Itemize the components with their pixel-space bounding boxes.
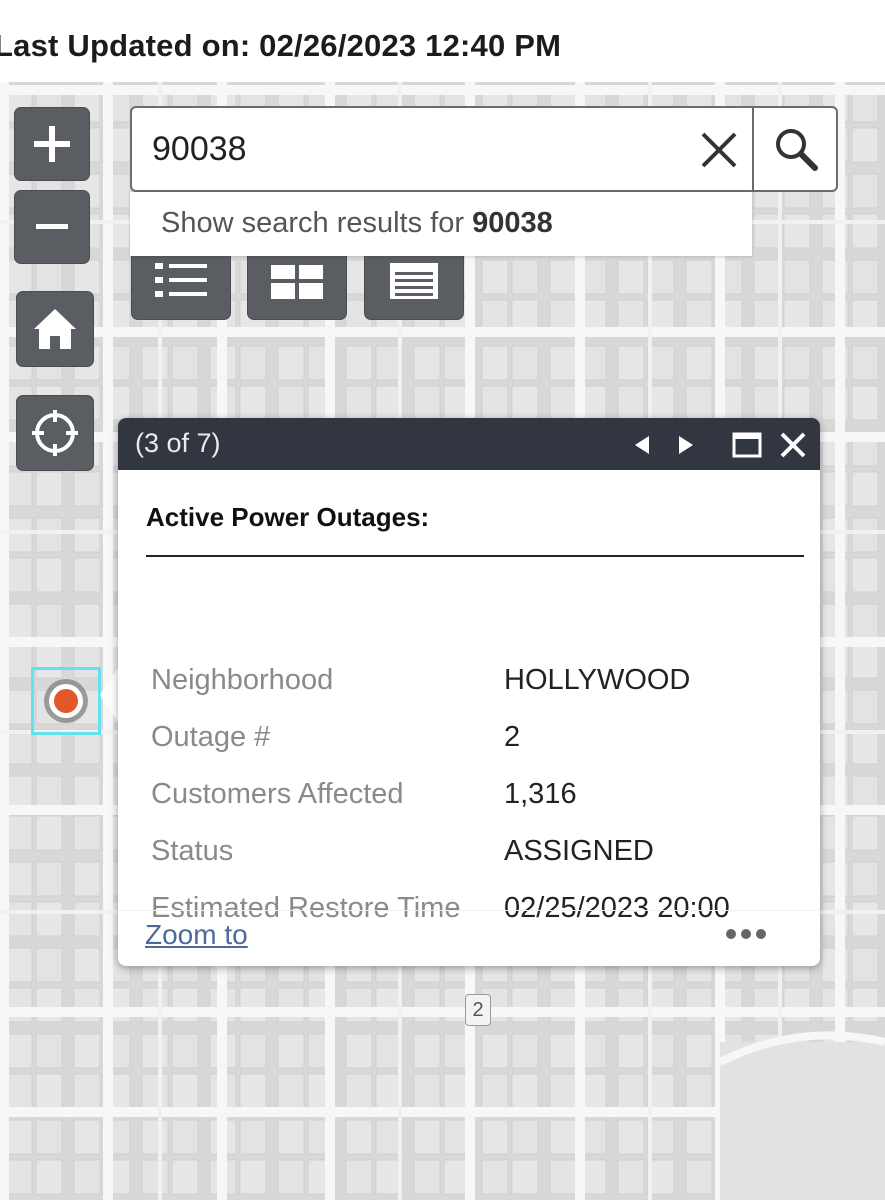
zoom-to-link[interactable]: Zoom to	[145, 919, 248, 951]
search-button[interactable]	[752, 108, 838, 190]
attribute-row-customers-affected: Customers Affected 1,316	[151, 778, 801, 828]
legend-button[interactable]	[131, 247, 231, 320]
attribute-label: Neighborhood	[151, 664, 334, 696]
maximize-icon[interactable]	[730, 428, 764, 462]
attribute-row-neighborhood: Neighborhood HOLLYWOOD	[151, 664, 801, 714]
road-shield: 2	[465, 994, 491, 1026]
attribute-table-button[interactable]	[364, 247, 464, 320]
crosshair-icon	[32, 410, 78, 456]
selected-outage-marker[interactable]	[31, 667, 101, 735]
attribute-value: ASSIGNED	[504, 835, 654, 867]
attribute-row-outage-number: Outage # 2	[151, 721, 801, 771]
last-updated-text: Last Updated on: 02/26/2023 12:40 PM	[0, 28, 562, 63]
basemap-button[interactable]	[247, 247, 347, 320]
basemap-grid-icon	[271, 265, 323, 299]
suggestion-prefix: Show search results for	[161, 207, 473, 239]
popup-counter: (3 of 7)	[135, 428, 221, 458]
suggestion-term: 90038	[472, 207, 553, 239]
zoom-out-button[interactable]	[14, 190, 90, 264]
table-icon	[390, 263, 438, 299]
previous-icon[interactable]	[625, 428, 659, 462]
popup: (3 of 7) Active Power Outages: Neighborh…	[118, 418, 820, 966]
suggestion-text: Show search results for 90038	[161, 207, 553, 240]
search-input[interactable]	[150, 122, 674, 176]
plus-icon	[34, 126, 70, 162]
close-popup-icon[interactable]	[776, 428, 810, 462]
popup-footer: Zoom to	[118, 910, 820, 966]
next-icon[interactable]	[669, 428, 703, 462]
home-button[interactable]	[16, 291, 94, 367]
search-box	[130, 106, 838, 192]
popup-header: (3 of 7)	[118, 418, 820, 470]
header: Last Updated on: 02/26/2023 12:40 PM	[0, 0, 885, 82]
attribute-label: Customers Affected	[151, 778, 404, 810]
minus-icon	[36, 224, 68, 229]
zoom-in-button[interactable]	[14, 107, 90, 181]
home-icon	[34, 309, 76, 349]
outage-marker-icon	[44, 679, 88, 723]
search-icon	[776, 129, 818, 171]
search-suggestion[interactable]: Show search results for 90038	[130, 192, 752, 256]
attribute-label: Outage #	[151, 721, 271, 753]
legend-list-icon	[155, 263, 207, 297]
attribute-value: HOLLYWOOD	[504, 664, 691, 696]
attribute-value: 2	[504, 721, 521, 753]
map-view[interactable]: Show search results for 90038 2 (3 of 7)	[0, 82, 885, 1200]
popup-title: Active Power Outages:	[146, 502, 430, 532]
attribute-value: 1,316	[504, 778, 577, 810]
popup-pointer	[100, 665, 120, 725]
close-icon[interactable]	[697, 128, 741, 172]
locate-button[interactable]	[16, 395, 94, 471]
more-options-icon[interactable]	[724, 921, 768, 947]
attribute-row-status: Status ASSIGNED	[151, 835, 801, 885]
attribute-label: Status	[151, 835, 234, 867]
title-divider	[146, 555, 804, 557]
